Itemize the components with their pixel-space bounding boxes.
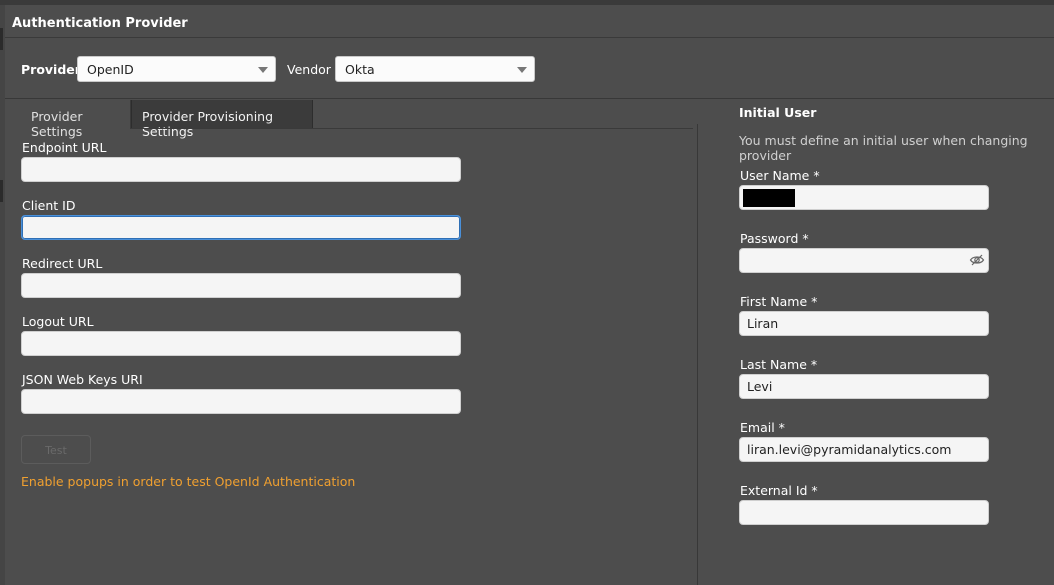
tab-provider-provisioning-settings[interactable]: Provider Provisioning Settings (131, 100, 313, 139)
password-label: Password * (740, 231, 809, 246)
first-name-field[interactable]: Liran (739, 311, 989, 336)
logout-url-label: Logout URL (22, 314, 94, 329)
left-edge (0, 5, 5, 585)
provider-select[interactable]: OpenID (77, 56, 276, 82)
password-field[interactable] (739, 248, 989, 273)
redacted-value (743, 189, 795, 207)
panel-title: Authentication Provider (12, 16, 188, 31)
tab-label: Provider Provisioning Settings (142, 109, 274, 139)
initial-user-title: Initial User (739, 105, 817, 120)
vertical-divider (697, 124, 698, 585)
tab-label: Provider Settings (31, 109, 83, 139)
last-name-label: Last Name * (740, 357, 818, 372)
vendor-label: Vendor (287, 62, 331, 77)
popup-warning: Enable popups in order to test OpenId Au… (21, 474, 356, 489)
vendor-value: Okta (345, 62, 375, 77)
left-edge-marker (0, 180, 3, 202)
username-field[interactable] (739, 185, 989, 210)
chevron-down-icon (258, 67, 268, 73)
provider-value: OpenID (87, 62, 134, 77)
client-id-field[interactable] (21, 215, 461, 240)
redirect-url-field[interactable] (21, 273, 461, 298)
email-label: Email * (740, 420, 785, 435)
test-button[interactable]: Test (21, 435, 91, 464)
panel-header: Authentication Provider (5, 7, 1054, 38)
last-name-field[interactable]: Levi (739, 374, 989, 399)
redirect-url-label: Redirect URL (22, 256, 103, 271)
top-border (0, 0, 1054, 5)
section-divider (5, 98, 1054, 99)
external-id-field[interactable] (739, 500, 989, 525)
eye-slash-icon[interactable] (969, 252, 985, 271)
external-id-label: External Id * (740, 483, 818, 498)
tab-provider-settings[interactable]: Provider Settings (21, 100, 131, 139)
vendor-select[interactable]: Okta (335, 56, 535, 82)
initial-user-subtitle: You must define an initial user when cha… (739, 133, 1028, 163)
email-field[interactable]: liran.levi@pyramidanalytics.com (739, 437, 989, 462)
endpoint-url-label: Endpoint URL (22, 140, 107, 155)
jwks-uri-label: JSON Web Keys URI (22, 372, 143, 387)
chevron-down-icon (517, 67, 527, 73)
jwks-uri-field[interactable] (21, 389, 461, 414)
left-edge-marker (0, 28, 3, 50)
tab-underline (131, 128, 693, 129)
provider-label: Provider (21, 62, 81, 77)
first-name-label: First Name * (740, 294, 818, 309)
username-label: User Name * (740, 168, 820, 183)
logout-url-field[interactable] (21, 331, 461, 356)
endpoint-url-field[interactable] (21, 157, 461, 182)
client-id-label: Client ID (22, 198, 76, 213)
